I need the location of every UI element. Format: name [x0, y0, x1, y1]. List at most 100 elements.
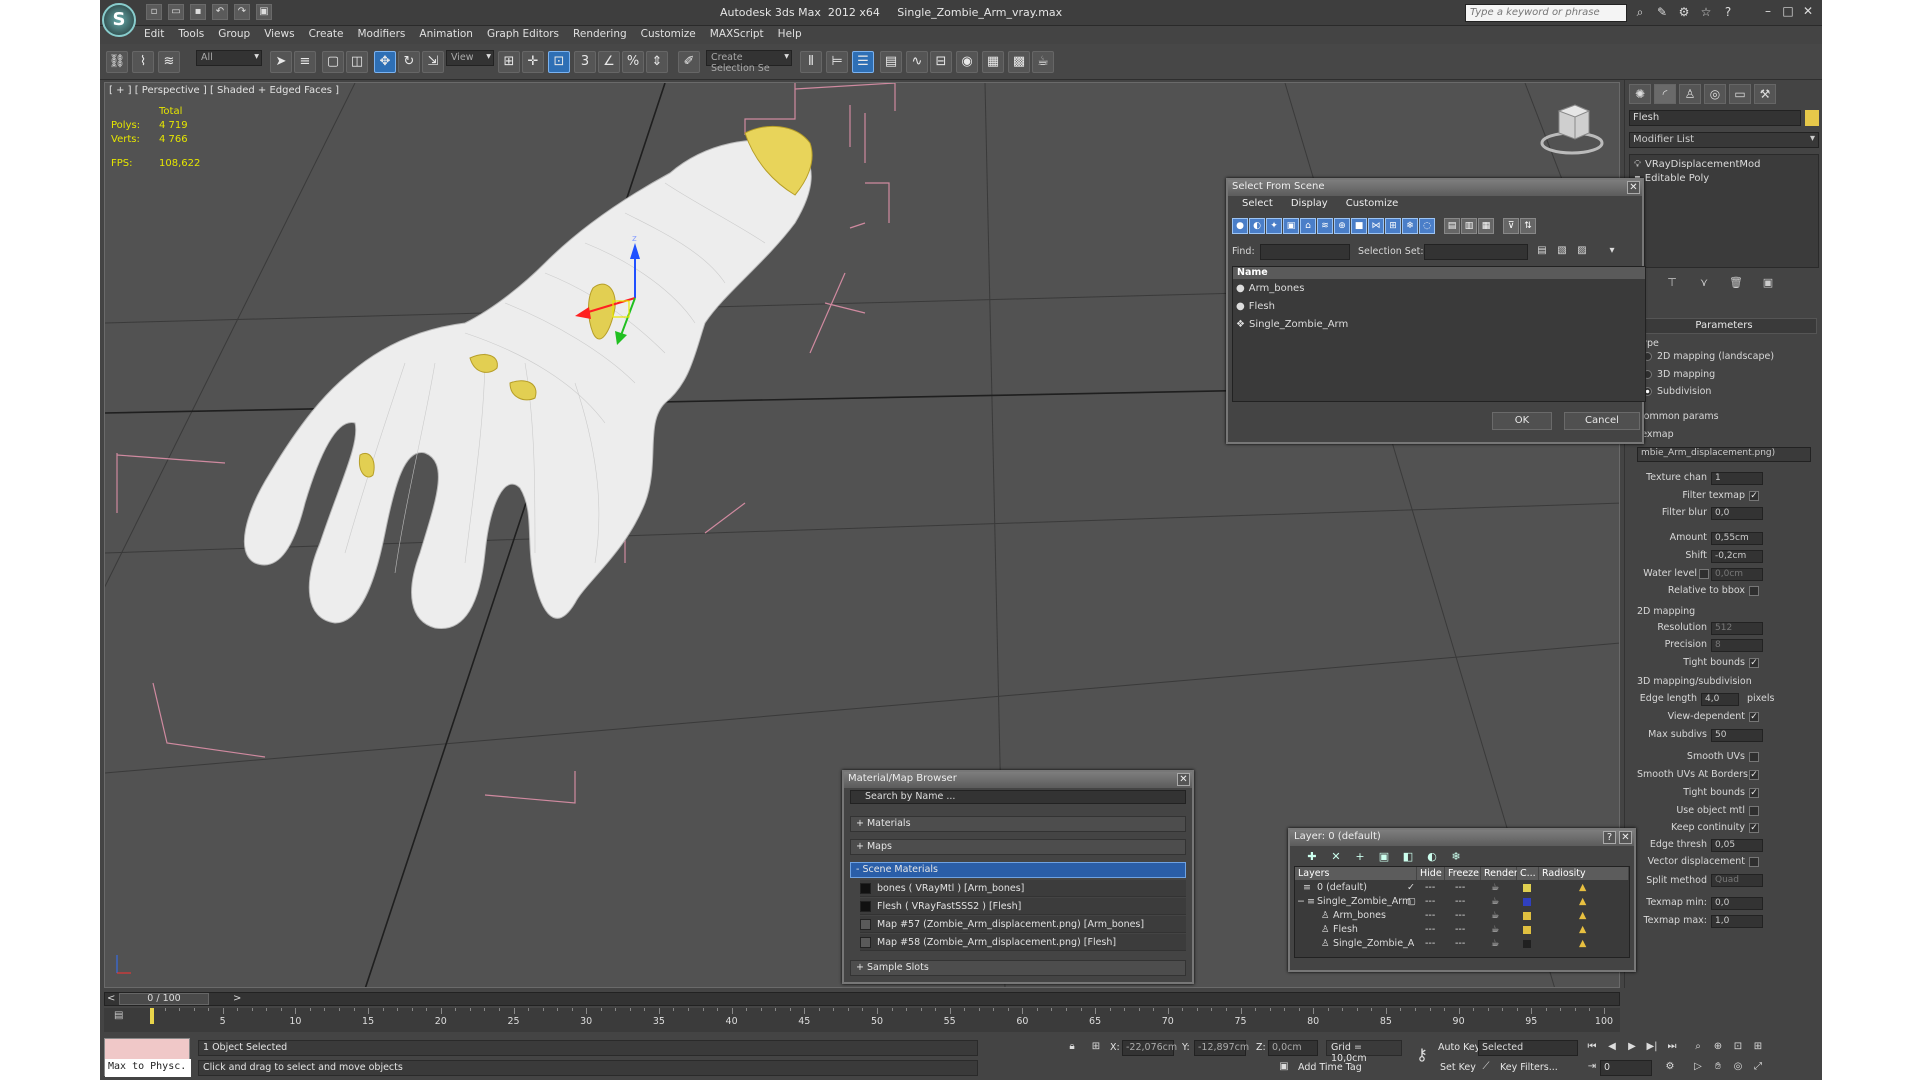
render-teapot-icon[interactable]: ☕	[1491, 882, 1500, 893]
zoom-all-icon[interactable]: ⊕	[1710, 1040, 1726, 1054]
prev-frame-icon[interactable]: ◀	[1604, 1040, 1620, 1054]
graphite-ribbon-icon[interactable]: ▤	[880, 51, 902, 73]
zoom-extents-all-icon[interactable]: ⊞	[1750, 1040, 1766, 1054]
radiosity-icon[interactable]: ▲	[1579, 938, 1586, 949]
add-set-icon[interactable]: ▧	[1554, 244, 1570, 258]
column-freeze[interactable]: Freeze	[1445, 867, 1481, 880]
display-containers-icon[interactable]: ⊞	[1385, 218, 1401, 234]
column-header-name[interactable]: Name	[1233, 267, 1645, 279]
list-item[interactable]: ● Arm_bones	[1233, 279, 1645, 297]
z-coordinate-field[interactable]: 0,0cm	[1268, 1040, 1318, 1056]
set-key-button[interactable]: Set Key	[1440, 1062, 1476, 1073]
texmap-max-spinner[interactable]: 1,0	[1711, 915, 1763, 928]
tight-bounds-checkbox[interactable]: ✓	[1749, 658, 1759, 668]
sfs-menu-customize[interactable]: Customize	[1346, 198, 1399, 209]
layer-color-swatch[interactable]	[1523, 912, 1531, 920]
menu-views[interactable]: Views	[264, 26, 294, 44]
rect-selection-icon[interactable]: ▢	[322, 51, 344, 73]
material-item[interactable]: Map #58 (Zombie_Arm_displacement.png) [F…	[860, 934, 1186, 951]
column-radiosity[interactable]: Radiosity	[1539, 867, 1629, 880]
sort-icon[interactable]: ⇅	[1520, 218, 1536, 234]
hide-all-layers-icon[interactable]: ◐	[1424, 850, 1440, 864]
track-bar-menu-icon[interactable]: ▤	[114, 1010, 123, 1021]
menu-customize[interactable]: Customize	[641, 26, 696, 44]
lock-selection-icon[interactable]: 🔒︎	[1064, 1040, 1080, 1054]
texture-chan-spinner[interactable]: 1	[1711, 472, 1763, 485]
hide-toggle[interactable]: ---	[1425, 938, 1435, 949]
display-hidden-icon[interactable]: ◌	[1419, 218, 1435, 234]
stack-item-editable-poly[interactable]: ▪Editable Poly	[1634, 172, 1814, 186]
lightbulb-icon[interactable]: 💡︎	[1634, 158, 1641, 172]
display-tab-icon[interactable]: ▭	[1729, 84, 1751, 104]
key-mode-toggle-icon[interactable]: ⇥	[1584, 1060, 1600, 1074]
active-check-icon[interactable]: ✓	[1407, 882, 1415, 893]
close-icon[interactable]: ✕	[1177, 773, 1190, 786]
menu-tools[interactable]: Tools	[178, 26, 204, 44]
edit-named-selection-icon[interactable]: ✐	[678, 51, 700, 73]
texmap-button[interactable]: mbie_Arm_displacement.png)	[1637, 447, 1811, 462]
app-logo-button[interactable]: S	[102, 3, 136, 37]
options-chevron-down-icon[interactable]: ▾	[1604, 244, 1620, 258]
hide-toggle[interactable]: ---	[1425, 896, 1435, 907]
help-icon[interactable]: ?	[1603, 831, 1616, 844]
tight-bounds2-checkbox[interactable]: ✓	[1749, 788, 1759, 798]
subscription-icon[interactable]: ⚙	[1676, 4, 1692, 20]
current-frame-marker[interactable]	[150, 1008, 154, 1024]
ok-button[interactable]: OK	[1492, 412, 1552, 430]
render-teapot-icon[interactable]: ☕	[1491, 910, 1500, 921]
reference-coordinate-dropdown[interactable]: View	[446, 50, 494, 66]
field-of-view-icon[interactable]: ▷	[1690, 1060, 1706, 1074]
display-none-icon[interactable]: ▥	[1461, 218, 1477, 234]
add-to-layer-icon[interactable]: +	[1352, 850, 1368, 864]
next-frame-chevron-icon[interactable]: >	[233, 993, 241, 1004]
select-move-icon[interactable]: ✥	[374, 51, 396, 73]
smooth-uvs-borders-checkbox[interactable]: ✓	[1749, 770, 1759, 780]
layer-manager-icon[interactable]: ☰	[852, 51, 874, 73]
display-cameras-icon[interactable]: ▣	[1283, 218, 1299, 234]
filter-texmap-checkbox[interactable]: ✓	[1749, 491, 1759, 501]
layer-color-swatch[interactable]	[1523, 884, 1531, 892]
create-tab-icon[interactable]: ✺	[1629, 84, 1651, 104]
save-icon[interactable]: ▪	[190, 4, 206, 20]
use-object-mtl-checkbox[interactable]	[1749, 806, 1759, 816]
default-tangent-icon[interactable]: ⟋	[1478, 1060, 1494, 1074]
time-slider[interactable]: < 0 / 100 >	[104, 992, 1620, 1006]
menu-group[interactable]: Group	[218, 26, 250, 44]
x-coordinate-field[interactable]: -22,076cm	[1122, 1040, 1177, 1056]
auto-key-button[interactable]: Auto Key	[1438, 1042, 1480, 1053]
filter-icon[interactable]: ⊽	[1503, 218, 1519, 234]
menu-create[interactable]: Create	[309, 26, 344, 44]
edge-length-spinner[interactable]: 4,0	[1701, 693, 1739, 706]
keyboard-shortcut-toggle-icon[interactable]: ⊡	[548, 51, 570, 73]
render-teapot-icon[interactable]: ☕	[1491, 938, 1500, 949]
create-layer-icon[interactable]: ✚	[1304, 850, 1320, 864]
sample-slots-section[interactable]: + Sample Slots	[850, 960, 1186, 976]
named-selection-dropdown[interactable]: Create Selection Se	[706, 50, 792, 74]
column-hide[interactable]: Hide	[1417, 867, 1445, 880]
amount-spinner[interactable]: 0,55cm	[1711, 532, 1763, 545]
schematic-view-icon[interactable]: ⊟	[930, 51, 952, 73]
window-crossing-icon[interactable]: ◫	[346, 51, 368, 73]
remove-set-icon[interactable]: ▨	[1574, 244, 1590, 258]
select-manipulate-icon[interactable]: ✛	[522, 51, 544, 73]
modifier-list-dropdown[interactable]: Modifier List	[1629, 132, 1819, 148]
column-color[interactable]: C...	[1517, 867, 1539, 880]
rendered-frame-icon[interactable]: ▩	[1008, 51, 1030, 73]
pan-view-icon[interactable]: ✋︎	[1710, 1060, 1726, 1074]
time-configuration-icon[interactable]: ⚙	[1662, 1060, 1678, 1074]
object-name-field[interactable]: Flesh	[1629, 110, 1801, 126]
display-groups-icon[interactable]: ⊕	[1334, 218, 1350, 234]
freeze-toggle[interactable]: ---	[1455, 896, 1465, 907]
motion-tab-icon[interactable]: ◎	[1704, 84, 1726, 104]
find-input[interactable]	[1260, 244, 1350, 260]
align-icon[interactable]: ⊨	[826, 51, 848, 73]
minimize-icon[interactable]: –	[1760, 3, 1776, 19]
key-icon[interactable]: ⚷	[1410, 1047, 1434, 1063]
select-by-name-icon[interactable]: ≡	[294, 51, 316, 73]
sfs-menu-display[interactable]: Display	[1291, 198, 1328, 209]
remove-modifier-icon[interactable]: 🗑︎	[1725, 276, 1747, 292]
next-frame-icon[interactable]: ▶|	[1644, 1040, 1660, 1054]
parameters-rollout[interactable]: Parameters	[1631, 318, 1817, 334]
menu-rendering[interactable]: Rendering	[573, 26, 627, 44]
keep-continuity-checkbox[interactable]: ✓	[1749, 823, 1759, 833]
